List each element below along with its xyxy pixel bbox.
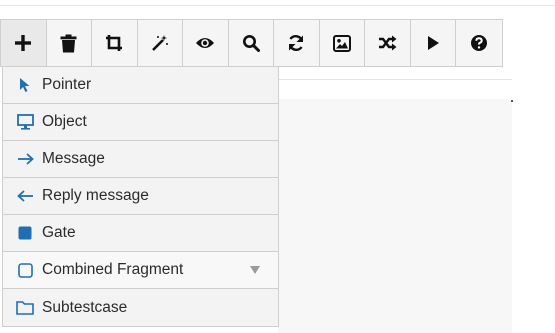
menu-item-reply-message[interactable]: Reply message	[3, 178, 278, 215]
filled-square-icon	[15, 224, 35, 242]
search-icon	[242, 34, 260, 52]
element-menu: Pointer Object Message Reply message Gat…	[2, 66, 279, 327]
refresh-icon	[287, 34, 305, 52]
menu-item-gate[interactable]: Gate	[3, 215, 278, 252]
canvas-divider	[278, 79, 512, 80]
menu-item-label: Subtestcase	[42, 298, 128, 316]
menu-item-subtestcase[interactable]: Subtestcase	[3, 289, 278, 326]
square-outline-icon	[15, 261, 35, 279]
menu-item-message[interactable]: Message	[3, 141, 278, 178]
arrow-left-icon	[15, 187, 35, 205]
play-button[interactable]	[410, 20, 456, 66]
monitor-icon	[15, 113, 35, 131]
menu-item-label: Object	[42, 113, 87, 130]
menu-item-combined-fragment[interactable]: Combined Fragment	[3, 252, 278, 289]
search-button[interactable]	[228, 20, 274, 66]
toolbar	[0, 19, 503, 67]
help-icon	[470, 34, 488, 52]
refresh-button[interactable]	[274, 20, 320, 66]
menu-item-label: Pointer	[42, 76, 92, 93]
crop-button[interactable]	[92, 20, 138, 66]
magic-wand-icon	[151, 34, 169, 52]
arrow-right-icon	[15, 150, 35, 168]
shuffle-icon	[378, 35, 397, 51]
help-button[interactable]	[456, 20, 502, 66]
delete-button[interactable]	[46, 20, 92, 66]
chevron-down-icon[interactable]	[250, 266, 260, 274]
add-button[interactable]	[1, 20, 47, 66]
menu-item-label: Combined Fragment	[42, 261, 184, 278]
menu-item-label: Message	[42, 150, 105, 167]
image-icon	[332, 34, 351, 52]
menu-item-label: Reply message	[42, 187, 149, 204]
diagram-canvas[interactable]	[278, 99, 512, 333]
trash-icon	[60, 34, 77, 53]
menu-item-pointer[interactable]: Pointer	[3, 67, 278, 104]
plus-icon	[14, 34, 32, 52]
menu-item-object[interactable]: Object	[3, 104, 278, 141]
crop-icon	[105, 34, 123, 52]
pointer-icon	[15, 76, 35, 94]
image-button[interactable]	[319, 20, 365, 66]
top-divider	[0, 5, 555, 6]
folder-icon	[15, 299, 35, 317]
view-button[interactable]	[183, 20, 229, 66]
play-icon	[426, 35, 440, 51]
menu-item-label: Gate	[42, 224, 76, 241]
shuffle-button[interactable]	[365, 20, 411, 66]
magic-button[interactable]	[137, 20, 183, 66]
eye-icon	[195, 36, 215, 50]
canvas-marker	[511, 100, 513, 102]
